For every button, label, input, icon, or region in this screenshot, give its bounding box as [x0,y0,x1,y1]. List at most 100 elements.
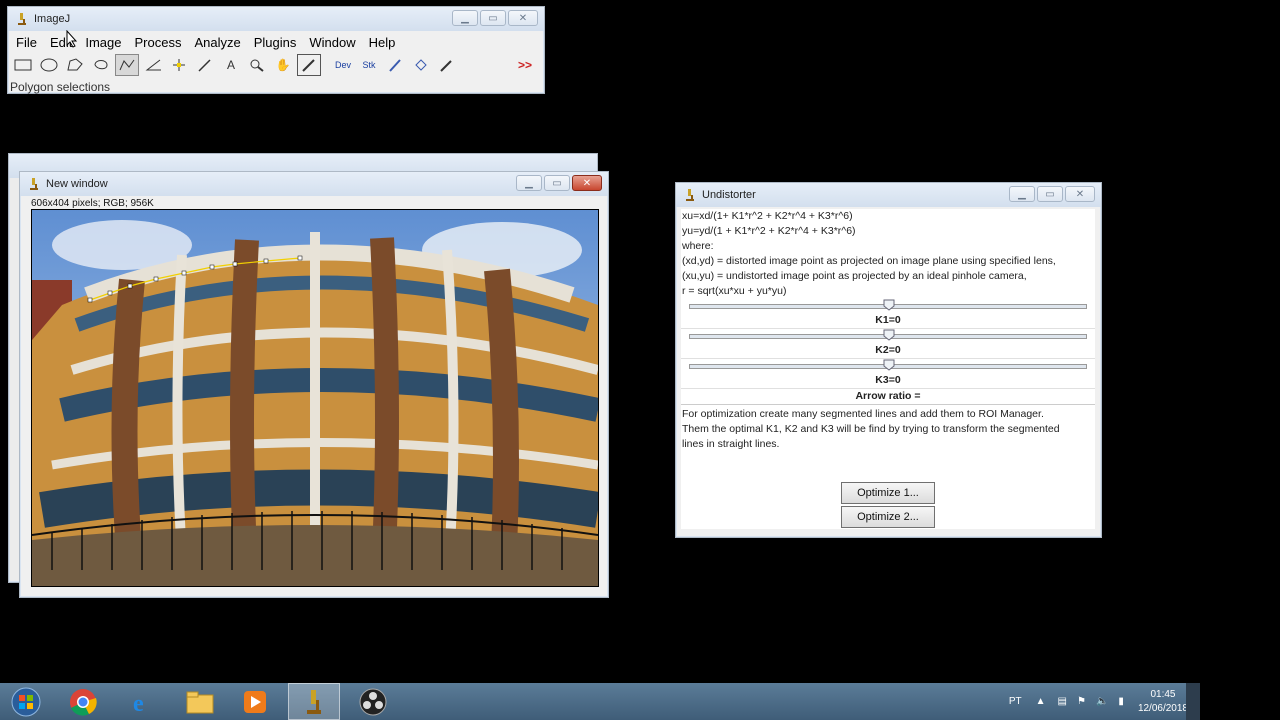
microscope-icon [18,12,26,25]
formula-line: xu=xd/(1+ K1*r^2 + K2*r^4 + K3*r^6) [682,210,853,222]
formula-line: r = sqrt(xu*xu + yu*yu) [682,285,787,297]
undistorter-panel: xu=xd/(1+ K1*r^2 + K2*r^4 + K3*r^6) yu=y… [681,209,1095,529]
menu-plugins[interactable]: Plugins [254,35,297,50]
minimize-button[interactable]: ▁ [516,175,542,191]
taskbar-imagej[interactable] [288,683,340,720]
taskbar-media-player[interactable] [229,683,281,720]
formula-line: (xu,yu) = undistorted image point as pro… [682,270,1027,282]
optimize-1-button[interactable]: Optimize 1... [841,482,935,504]
microscope-icon [686,188,694,201]
menu-process[interactable]: Process [135,35,182,50]
empty-tool-slot [461,54,485,76]
menu-help[interactable]: Help [369,35,396,50]
dev-tool[interactable]: Dev [331,54,355,76]
k2-label: K2=0 [681,343,1095,359]
pipette-icon[interactable] [435,54,459,76]
start-button[interactable] [0,683,52,720]
language-indicator[interactable]: PT [1009,696,1022,707]
maximize-button[interactable]: ▭ [544,175,570,191]
oval-tool-icon[interactable] [37,54,61,76]
imagej-titlebar[interactable]: ImageJ ▁ ▭ ✕ [8,7,544,31]
text-tool-icon[interactable]: A [219,54,243,76]
signal-icon[interactable]: ▮ [1118,696,1124,707]
taskbar-ie[interactable]: e [116,683,168,720]
image-window: New window ▁ ▭ ✕ 606x404 pixels; RGB; 95… [19,171,609,598]
flag-icon[interactable]: ⚑ [1077,696,1086,707]
menu-image[interactable]: Image [85,35,121,50]
taskbar-chrome[interactable] [57,683,109,720]
show-desktop-button[interactable] [1186,683,1200,720]
close-button[interactable]: ✕ [572,175,602,191]
hand-tool-icon[interactable]: ✋ [271,54,295,76]
more-tools-button[interactable]: >> [513,54,537,76]
segmented-line-tool-icon[interactable] [115,54,139,76]
minimize-button[interactable]: ▁ [1009,186,1035,202]
slider-thumb[interactable] [883,299,895,311]
stk-tool[interactable]: Stk [357,54,381,76]
window-title: ImageJ [34,13,71,25]
taskbar-explorer[interactable] [174,683,226,720]
slider-thumb[interactable] [883,359,895,371]
slider-thumb[interactable] [883,329,895,341]
windows-logo-icon [11,687,41,716]
hint-line: Them the optimal K1, K2 and K3 will be f… [682,423,1060,435]
k3-label: K3=0 [681,373,1095,389]
status-bar: Polygon selections [10,80,111,94]
system-tray: PT ▲ ▤ ⚑ 🔈 ▮ 01:45 12/06/2018 [1009,683,1200,720]
window-title: New window [46,178,108,190]
taskbar: e PT ▲ ▤ ⚑ 🔈 ▮ 01:45 12/06/2018 [0,683,1200,720]
taskbar-obs[interactable] [347,683,399,720]
clock-date: 12/06/2018 [1137,702,1188,714]
maximize-button[interactable]: ▭ [1037,186,1063,202]
media-player-icon [244,690,266,713]
color-picker-icon[interactable] [297,54,321,76]
undistorter-titlebar[interactable]: Undistorter ▁ ▭ ✕ [676,183,1101,207]
close-button[interactable]: ✕ [508,10,538,26]
k1-slider[interactable] [687,299,1089,313]
window-title: Undistorter [702,189,756,201]
formula-line: yu=yd/(1 + K1*r^2 + K2*r^4 + K3*r^6) [682,225,856,237]
angle-tool-icon[interactable] [141,54,165,76]
hint-line: lines in straight lines. [682,438,780,450]
network-icon[interactable]: ▤ [1058,696,1067,707]
magnifier-icon[interactable] [245,54,269,76]
menu-file[interactable]: File [16,35,37,50]
brush-tool-icon[interactable] [383,54,407,76]
menu-window[interactable]: Window [309,35,355,50]
maximize-button[interactable]: ▭ [480,10,506,26]
menu-analyze[interactable]: Analyze [194,35,240,50]
clock-time: 01:45 [1150,688,1176,700]
k3-slider[interactable] [687,359,1089,373]
close-button[interactable]: ✕ [1065,186,1095,202]
polygon-tool-icon[interactable] [63,54,87,76]
flood-fill-icon[interactable] [409,54,433,76]
minimize-button[interactable]: ▁ [452,10,478,26]
microscope-icon [307,689,321,714]
k2-slider[interactable] [687,329,1089,343]
arrow-ratio-label: Arrow ratio = [681,389,1095,405]
image-info: 606x404 pixels; RGB; 956K [31,198,154,209]
menu-bar: File Edit Image Process Analyze Plugins … [8,31,544,53]
rectangle-tool-icon[interactable] [11,54,35,76]
undistorter-window: Undistorter ▁ ▭ ✕ xu=xd/(1+ K1*r^2 + K2*… [675,182,1102,538]
wand-tool-icon[interactable] [193,54,217,76]
optimize-2-button[interactable]: Optimize 2... [841,506,935,528]
volume-icon[interactable]: 🔈 [1096,696,1108,707]
point-tool-icon[interactable] [167,54,191,76]
clock[interactable]: 01:45 12/06/2018 [1138,688,1188,716]
hint-line: For optimization create many segmented l… [682,408,1044,420]
microscope-icon [30,177,38,190]
freehand-tool-icon[interactable] [89,54,113,76]
internet-explorer-icon: e [133,691,144,716]
show-hidden-icons-icon[interactable]: ▲ [1036,696,1046,707]
obs-icon [359,688,387,715]
empty-tool-slot [487,54,511,76]
tool-bar: A ✋ Dev Stk >> [8,53,544,77]
svg-text:e: e [133,691,144,716]
fisheye-building-photo [32,210,598,586]
folder-icon [186,691,214,713]
chrome-icon [70,688,97,716]
image-canvas[interactable] [31,209,599,587]
mouse-cursor-icon [66,30,78,48]
image-window-titlebar[interactable]: New window ▁ ▭ ✕ [20,172,608,196]
